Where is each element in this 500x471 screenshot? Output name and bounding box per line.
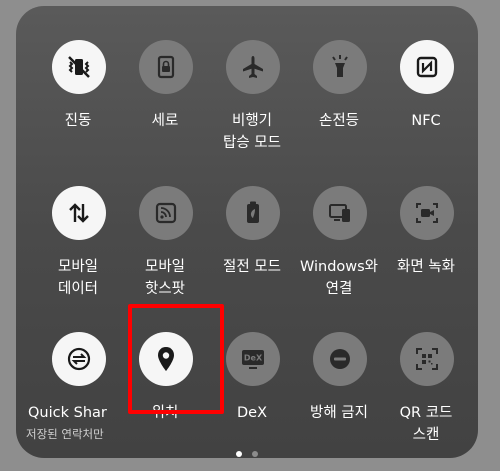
tile-flashlight[interactable]: 손전등 <box>295 6 383 136</box>
dex-icon: DeX <box>226 332 280 386</box>
tile-do-not-disturb[interactable]: 방해 금지 <box>295 298 383 428</box>
tile-label: 방해 금지 <box>310 405 368 421</box>
tile-label: 화면 녹화 <box>397 259 455 275</box>
airplane-icon <box>226 40 280 94</box>
tile-nfc[interactable]: NFC <box>382 6 470 136</box>
tile-label: Windows와 연결 <box>299 259 379 297</box>
tile-label: 비행기 탑승 모드 <box>223 113 281 151</box>
battery-saver-icon <box>226 186 280 240</box>
tile-quick-share[interactable]: Quick Shar 저장된 연락처만 <box>26 298 122 441</box>
tile-airplane[interactable]: 비행기 탑승 모드 <box>208 6 296 151</box>
tile-label: 진동 <box>64 113 92 129</box>
tile-vibrate[interactable]: 진동 <box>34 6 122 136</box>
portrait-lock-icon <box>139 40 193 94</box>
qr-scan-icon <box>400 332 454 386</box>
tile-screen-recorder[interactable]: 화면 녹화 <box>382 152 470 282</box>
quick-share-icon <box>52 332 106 386</box>
vibrate-icon <box>52 40 106 94</box>
tile-label: QR 코드 스캔 <box>399 405 453 443</box>
page-indicator <box>16 442 478 458</box>
tile-qr-scan[interactable]: QR 코드 스캔 <box>382 298 470 443</box>
tile-label: 모바일 핫스팟 <box>144 259 186 297</box>
quick-settings-panel: 진동 세로 비행기 탑승 모드 손전등 NFC 모바일 데이터 모바일 핫스팟 … <box>16 6 478 458</box>
do-not-disturb-icon <box>313 332 367 386</box>
tile-portrait[interactable]: 세로 <box>121 6 209 136</box>
location-highlight-box <box>128 304 224 414</box>
dex-badge-text: DeX <box>244 354 263 363</box>
page-dot-inactive[interactable] <box>251 451 258 457</box>
tile-sublabel: 저장된 연락처만 <box>26 427 104 441</box>
tile-link-to-windows[interactable]: Windows와 연결 <box>295 152 383 297</box>
tile-label: 모바일 데이터 <box>57 259 99 297</box>
tile-label: 손전등 <box>318 113 360 129</box>
tile-label: 세로 <box>151 113 179 129</box>
nfc-icon <box>400 40 454 94</box>
tile-label: Quick Shar <box>28 405 107 421</box>
tile-label: NFC <box>411 113 441 129</box>
mobile-data-icon <box>52 186 106 240</box>
page-dot-active[interactable] <box>236 451 243 457</box>
windows-link-icon <box>313 186 367 240</box>
tile-mobile-data[interactable]: 모바일 데이터 <box>34 152 122 297</box>
tile-power-saving[interactable]: 절전 모드 <box>208 152 296 282</box>
flashlight-icon <box>313 40 367 94</box>
quick-settings-grid: 진동 세로 비행기 탑승 모드 손전등 NFC 모바일 데이터 모바일 핫스팟 … <box>16 6 478 458</box>
tile-label: 절전 모드 <box>223 259 281 275</box>
screen-record-icon <box>400 186 454 240</box>
hotspot-icon <box>139 186 193 240</box>
tile-hotspot[interactable]: 모바일 핫스팟 <box>121 152 209 297</box>
